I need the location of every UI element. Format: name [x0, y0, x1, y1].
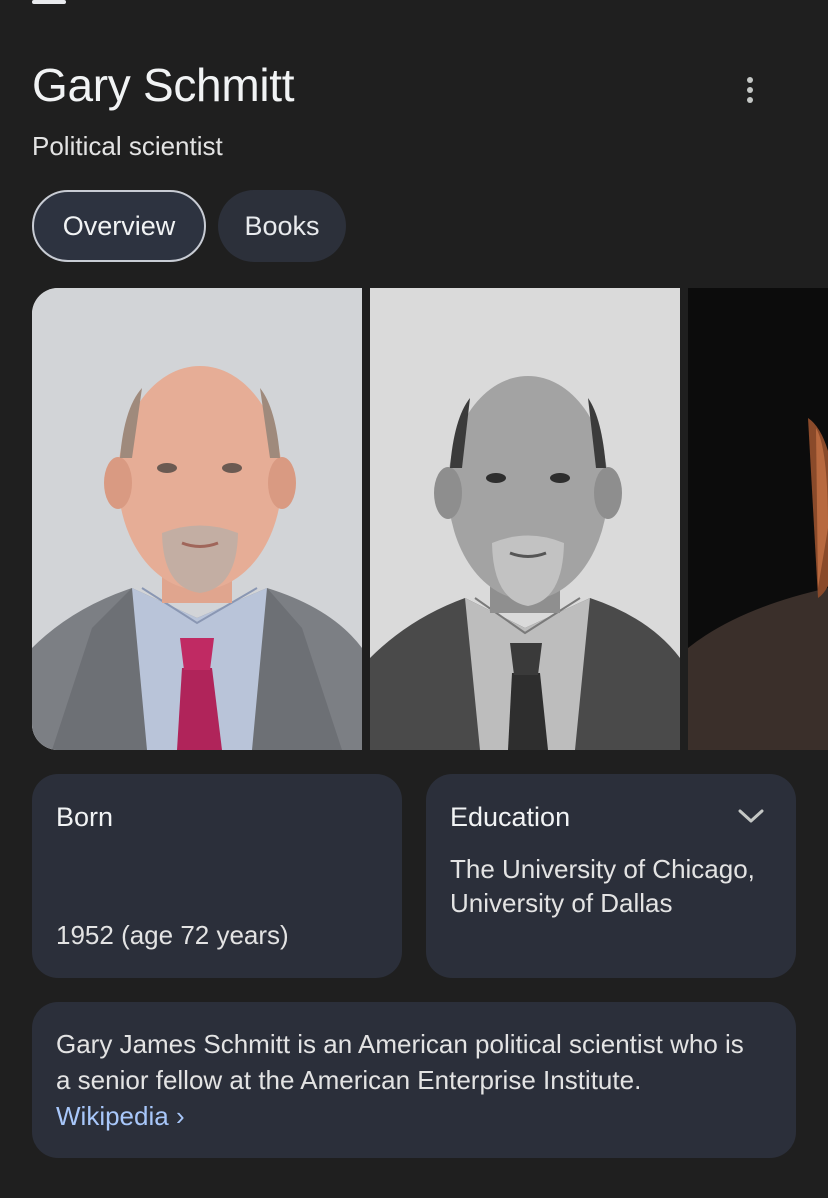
page-title: Gary Schmitt	[32, 59, 295, 111]
born-label: Born	[56, 802, 114, 832]
top-handle-bar	[32, 0, 66, 4]
more-dot	[747, 77, 753, 83]
more-dot	[747, 97, 753, 103]
image-gallery[interactable]	[32, 288, 828, 750]
gallery-image-3[interactable]	[688, 288, 828, 750]
portrait-bw-image	[370, 288, 680, 750]
wikipedia-link-label: Wikipedia	[56, 1101, 169, 1131]
education-value: The University of Chicago, University of…	[450, 854, 755, 918]
born-value: 1952 (age 72 years)	[56, 920, 289, 950]
tab-overview[interactable]: Overview	[32, 190, 206, 262]
portrait-color-image	[32, 288, 362, 750]
description-card: Gary James Schmitt is an American politi…	[32, 1002, 796, 1158]
chevron-down-icon[interactable]	[738, 808, 764, 824]
page-subtitle: Political scientist	[32, 131, 223, 161]
gallery-image-1[interactable]	[32, 288, 362, 750]
more-vert-icon[interactable]	[732, 72, 768, 108]
education-card[interactable]: Education The University of Chicago, Uni…	[426, 774, 796, 978]
description-text: Gary James Schmitt is an American politi…	[56, 1026, 756, 1134]
portrait-dark-image	[688, 288, 828, 750]
tab-books[interactable]: Books	[218, 190, 346, 262]
more-dot	[747, 87, 753, 93]
chevron-right-icon: ›	[175, 1101, 185, 1131]
gallery-image-2[interactable]	[370, 288, 680, 750]
education-label: Education	[450, 802, 571, 832]
wikipedia-link[interactable]: Wikipedia ›	[56, 1101, 185, 1131]
description-body: Gary James Schmitt is an American politi…	[56, 1029, 744, 1095]
